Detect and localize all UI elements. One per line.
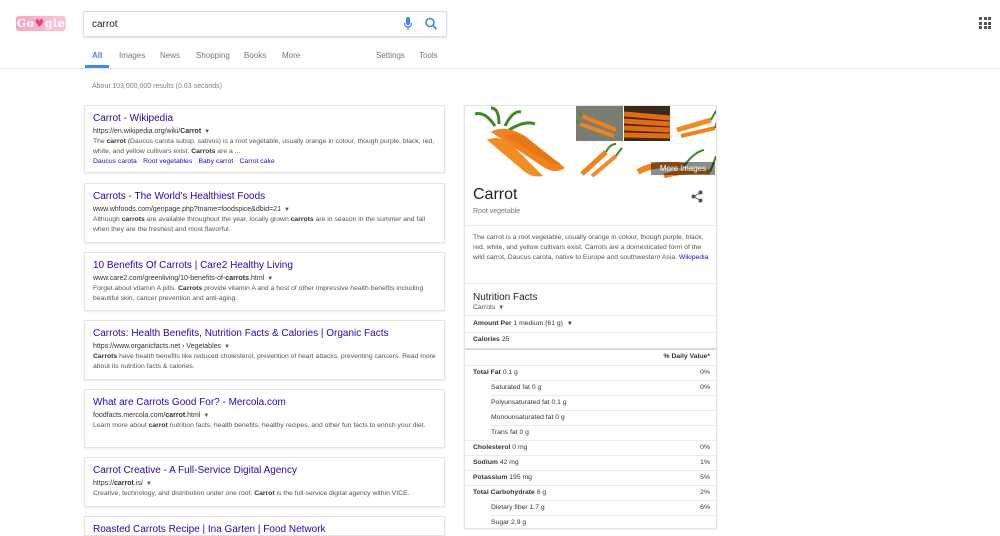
search-result: Carrots - The World's Healthiest Foods w…: [84, 183, 445, 243]
sitelink[interactable]: Carrot cake: [240, 158, 275, 165]
tab-settings[interactable]: Settings: [376, 51, 405, 60]
apps-grid-icon[interactable]: [979, 17, 991, 29]
header: Go♥gle All Images News Shopping Books Mo…: [0, 0, 1000, 69]
knowledge-panel: More images Carrot Root vegetable The ca…: [464, 105, 717, 529]
search-result: Roasted Carrots Recipe | Ina Garten | Fo…: [84, 516, 445, 536]
nutrition-row: Cholesterol 0 mg 0%: [473, 444, 710, 451]
carrot-image[interactable]: [671, 106, 717, 141]
nutrition-row: Polyunsaturated fat 0.1 g: [491, 399, 567, 406]
result-title[interactable]: Carrots - The World's Healthiest Foods: [93, 191, 436, 203]
dropdown-caret-icon[interactable]: ▼: [267, 276, 273, 282]
result-url: https://www.organicfacts.net › Vegetable…: [93, 343, 230, 350]
result-snippet: Forget about vitamin A pills. Carrots pr…: [93, 285, 424, 302]
carrot-image[interactable]: [624, 106, 670, 141]
result-snippet: Creative, technology, and distribution u…: [93, 490, 410, 497]
search-result: Carrot Creative - A Full-Service Digital…: [84, 457, 445, 507]
dropdown-caret-icon[interactable]: ▼: [224, 344, 230, 350]
knowledge-panel-title: Carrot: [473, 186, 518, 203]
nutrition-row: Monounsaturated fat 0 g: [491, 414, 565, 421]
carrot-image[interactable]: [465, 106, 575, 178]
dropdown-caret-icon[interactable]: ▼: [146, 481, 152, 487]
result-snippet: Learn more about carrot nutrition facts,…: [93, 422, 426, 429]
dropdown-caret-icon[interactable]: ▼: [567, 321, 573, 327]
knowledge-panel-description: The carrot is a root vegetable, usually …: [473, 234, 709, 261]
search-result: Carrot - Wikipedia https://en.wikipedia.…: [84, 105, 445, 173]
heart-icon: ♥: [34, 17, 45, 30]
search-icon[interactable]: [424, 16, 438, 32]
nutrition-facts-title: Nutrition Facts: [473, 292, 538, 303]
dropdown-caret-icon[interactable]: ▼: [498, 305, 504, 311]
nutrition-row: Saturated fat 0 g 0%: [491, 384, 710, 391]
calories-row: Calories 25: [473, 336, 510, 343]
carrot-image[interactable]: [576, 106, 623, 141]
tab-news[interactable]: News: [160, 51, 180, 60]
knowledge-panel-subtitle: Root vegetable: [473, 208, 521, 215]
dropdown-caret-icon[interactable]: ▼: [284, 207, 290, 213]
result-snippet: The carrot (Daucus carota subsp. sativus…: [93, 138, 435, 155]
amount-per-row[interactable]: Amount Per 1 medium (61 g) ▼: [473, 317, 710, 331]
mic-icon[interactable]: [402, 16, 414, 32]
search-result: 10 Benefits Of Carrots | Care2 Healthy L…: [84, 252, 445, 311]
result-stats: About 103,000,000 results (0.63 seconds): [92, 83, 222, 90]
search-tabs: All Images News Shopping Books More Sett…: [0, 44, 1000, 68]
sitelink[interactable]: Daucus carota: [93, 158, 137, 165]
nutrition-row: Trans fat 0 g: [491, 429, 529, 436]
knowledge-panel-images[interactable]: More images: [465, 106, 717, 178]
tab-books[interactable]: Books: [244, 51, 266, 60]
sitelink[interactable]: Baby carrot: [198, 158, 233, 165]
result-url: foodfacts.mercola.com/carrot.html ▼: [93, 412, 210, 419]
result-snippet: Although carrots are available throughou…: [93, 216, 426, 233]
result-sitelinks: Daucus carota · Root vegetables · Baby carro…: [93, 158, 275, 165]
nutrition-row: Total Carbohydrate 6 g 2%: [473, 489, 710, 496]
result-url: https://en.wikipedia.org/wiki/Carrot ▼: [93, 128, 211, 135]
divider: [465, 225, 716, 226]
dropdown-caret-icon[interactable]: ▼: [203, 413, 209, 419]
nutrition-row: Dietary fiber 1.7 g 6%: [491, 504, 710, 511]
daily-value-header: % Daily Value*: [663, 353, 710, 360]
nutrition-row: Potassium 195 mg 5%: [473, 474, 710, 481]
dropdown-caret-icon[interactable]: ▼: [204, 129, 210, 135]
result-title[interactable]: What are Carrots Good For? - Mercola.com: [93, 397, 436, 409]
result-snippet: Carrots have health benefits like reduce…: [93, 353, 436, 370]
more-images-button[interactable]: More images: [651, 162, 715, 175]
tab-shopping[interactable]: Shopping: [196, 51, 230, 60]
tab-all[interactable]: All: [92, 51, 102, 60]
search-result: What are Carrots Good For? - Mercola.com…: [84, 389, 445, 448]
result-title[interactable]: Carrot Creative - A Full-Service Digital…: [93, 465, 436, 477]
nutrition-row: Sugar 2.9 g: [491, 519, 527, 526]
result-title[interactable]: Roasted Carrots Recipe | Ina Garten | Fo…: [93, 524, 436, 536]
search-result: Carrots: Health Benefits, Nutrition Fact…: [84, 320, 445, 380]
result-url: www.whfoods.com/genpage.php?tname=foodsp…: [93, 206, 290, 213]
wikipedia-link[interactable]: Wikipedia: [679, 254, 708, 261]
share-icon[interactable]: [691, 190, 703, 203]
sitelink[interactable]: Root vegetables: [143, 158, 192, 165]
divider: [465, 315, 716, 316]
result-url: www.care2.com/greenliving/10-benefits-of…: [93, 275, 274, 282]
result-title[interactable]: 10 Benefits Of Carrots | Care2 Healthy L…: [93, 260, 436, 272]
search-box[interactable]: [83, 11, 447, 37]
result-title[interactable]: Carrot - Wikipedia: [93, 113, 436, 125]
tab-more[interactable]: More: [282, 51, 300, 60]
nutrition-item-selector[interactable]: Carrots ▼: [473, 304, 504, 311]
tab-images[interactable]: Images: [119, 51, 145, 60]
result-title[interactable]: Carrots: Health Benefits, Nutrition Fact…: [93, 328, 436, 340]
active-tab-indicator: [85, 65, 109, 68]
tab-tools[interactable]: Tools: [419, 51, 438, 60]
google-doodle-logo[interactable]: Go ♥ gle: [16, 16, 66, 31]
nutrition-row: Total Fat 0.1 g 0%: [473, 369, 710, 376]
divider: [465, 283, 716, 284]
carrot-image[interactable]: [576, 142, 623, 178]
result-url: https://carrot.is/▼: [93, 480, 152, 487]
search-input[interactable]: [92, 15, 382, 33]
nutrition-row: Sodium 42 mg 1%: [473, 459, 710, 466]
